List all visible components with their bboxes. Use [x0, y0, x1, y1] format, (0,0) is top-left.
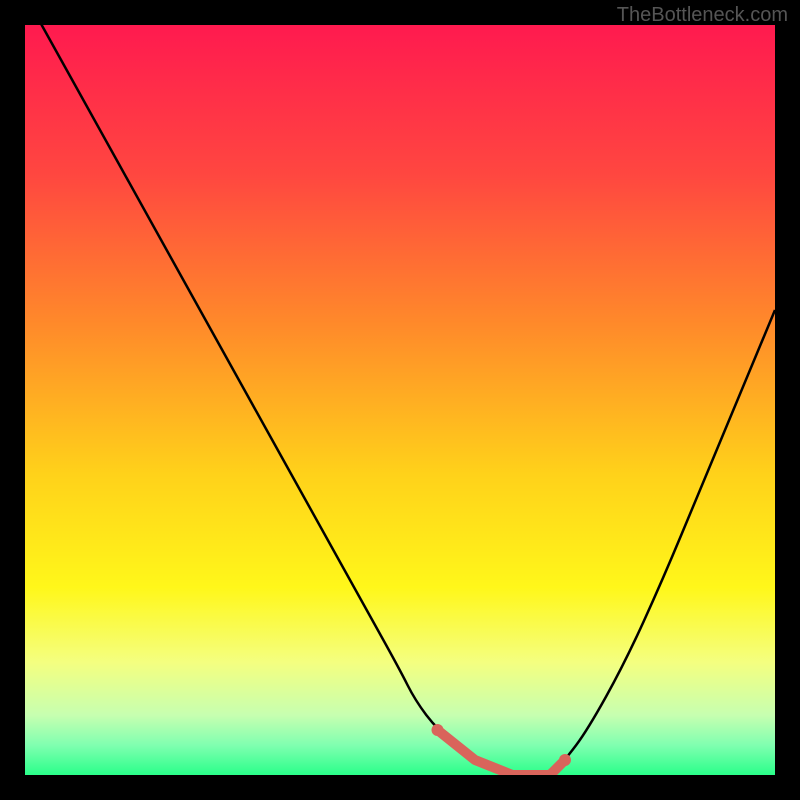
marker-end-dot — [559, 754, 571, 766]
chart-svg — [25, 25, 775, 775]
chart-frame — [25, 25, 775, 775]
gradient-fill — [25, 25, 775, 775]
watermark-text: TheBottleneck.com — [617, 4, 788, 27]
marker-start-dot — [432, 724, 444, 736]
